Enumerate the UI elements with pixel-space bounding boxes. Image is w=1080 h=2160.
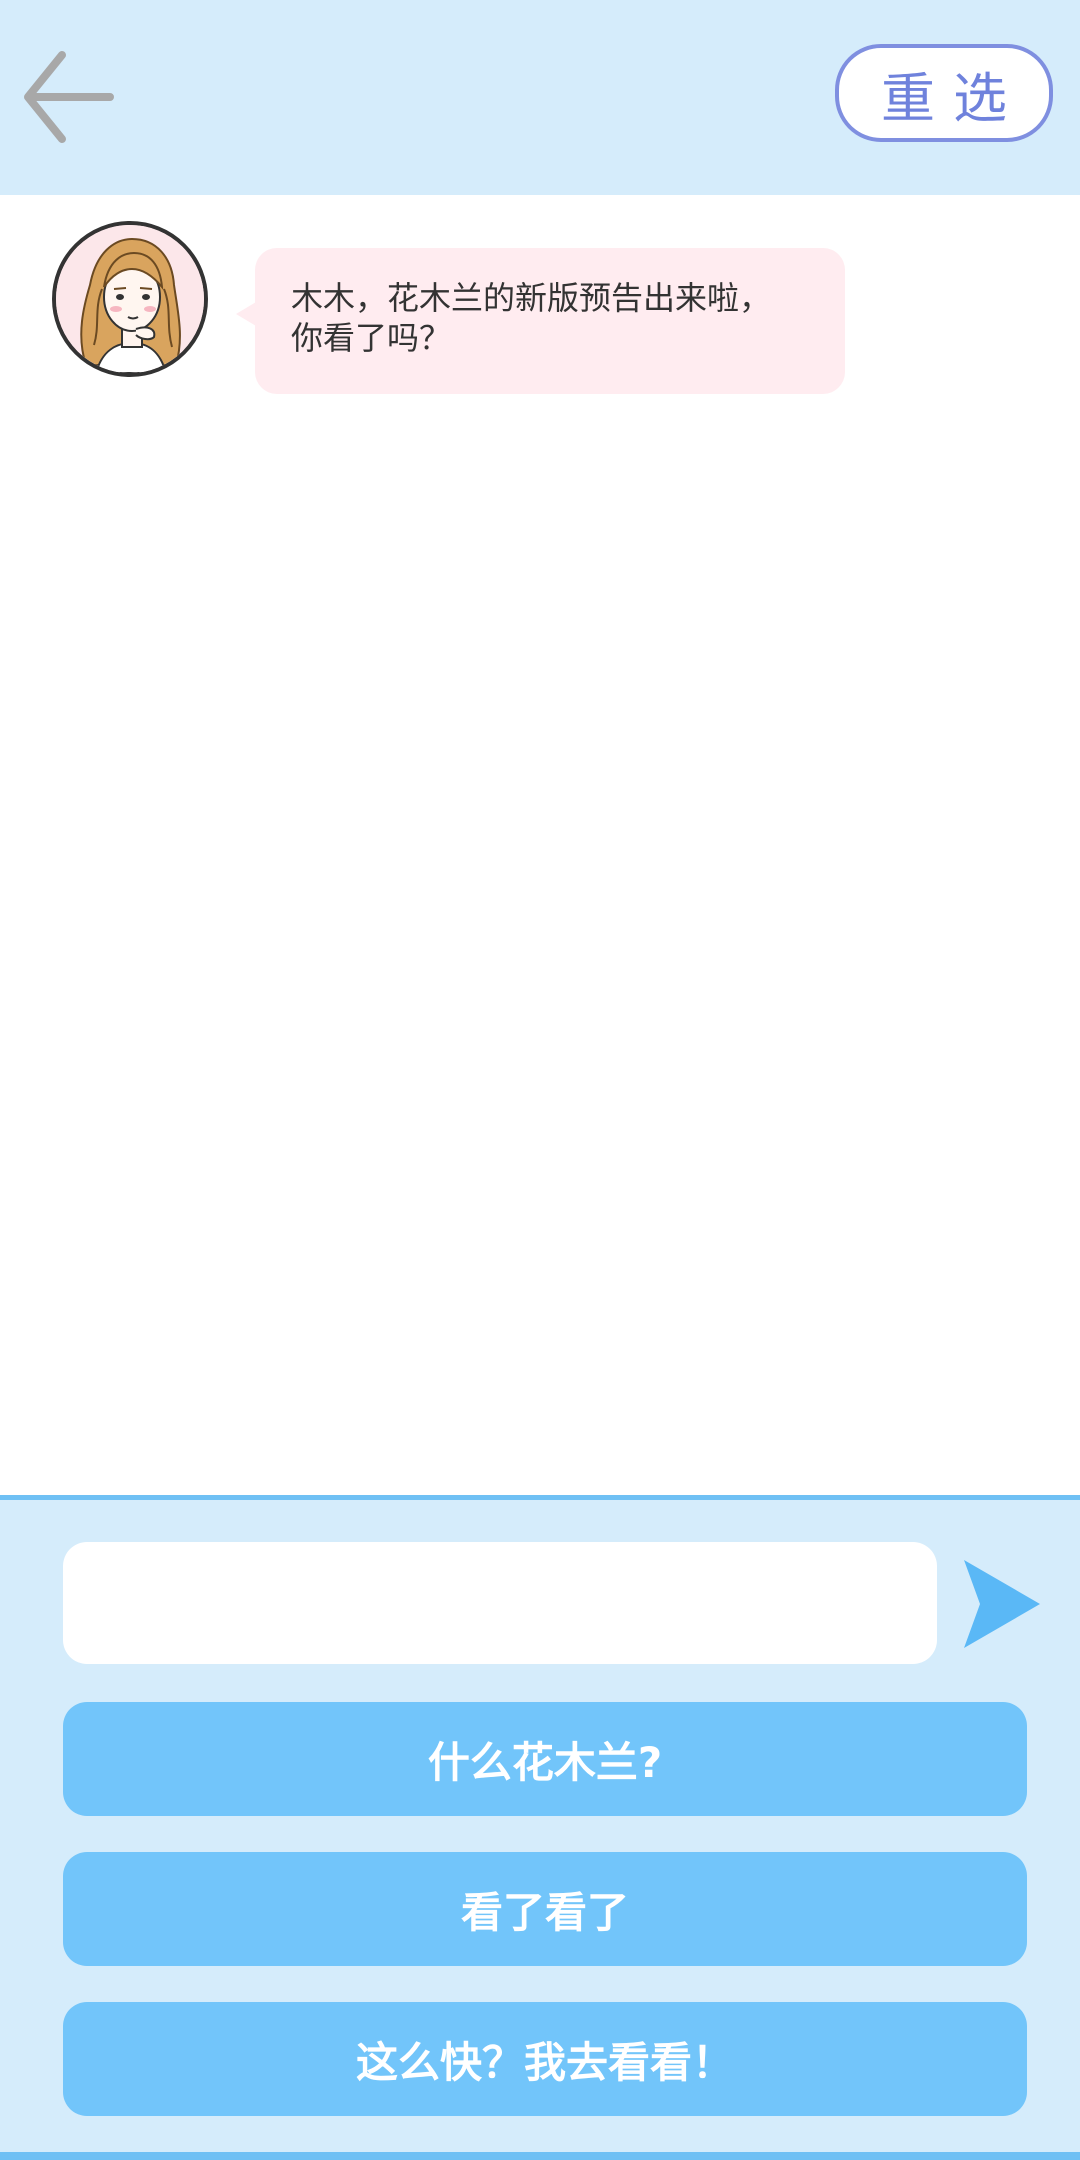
- back-button[interactable]: [18, 45, 118, 150]
- paper-plane-icon: [964, 1560, 1040, 1648]
- message-text-line-1: 木木，花木兰的新版预告出来啦，: [291, 279, 772, 317]
- message-text-line-2: 你看了吗？: [291, 319, 452, 357]
- reply-option-1[interactable]: 什么花木兰?: [63, 1702, 1027, 1816]
- girl-avatar-icon: [56, 225, 204, 373]
- contact-avatar: [52, 221, 208, 377]
- send-button[interactable]: [962, 1558, 1042, 1650]
- message-bubble: 木木，花木兰的新版预告出来啦， 你看了吗？: [255, 248, 845, 394]
- message-bubble-tail: [236, 302, 256, 326]
- reply-option-3[interactable]: 这么快？我去看看！: [63, 2002, 1027, 2116]
- bottom-border: [0, 2152, 1080, 2160]
- message-input[interactable]: [63, 1542, 937, 1664]
- reply-option-2[interactable]: 看了看了: [63, 1852, 1027, 1966]
- reselect-button[interactable]: 重选: [835, 44, 1053, 142]
- arrow-left-icon: [24, 51, 114, 143]
